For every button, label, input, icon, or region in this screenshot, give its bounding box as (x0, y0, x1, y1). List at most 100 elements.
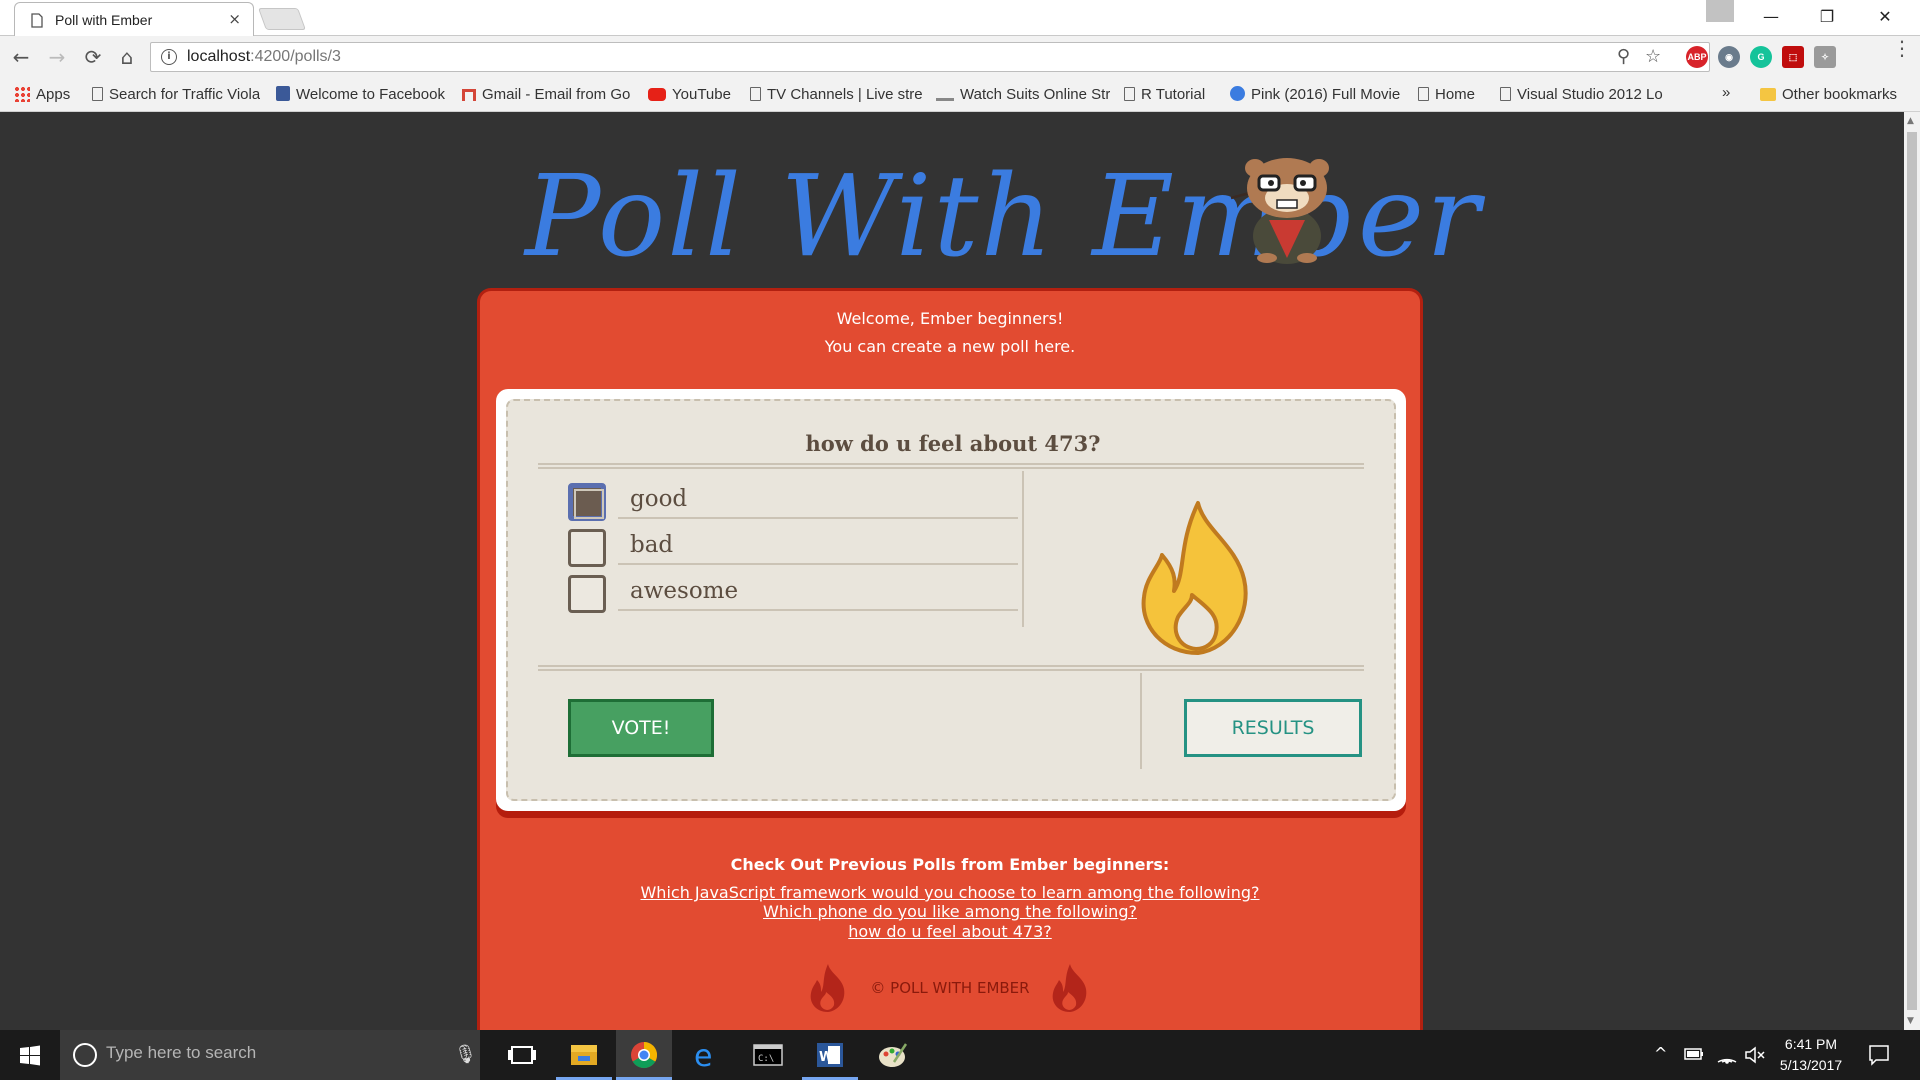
option-checkbox[interactable] (568, 483, 606, 521)
facebook-icon (276, 86, 290, 101)
site-info-icon[interactable]: i (161, 49, 177, 65)
svg-text:W: W (819, 1050, 833, 1065)
task-view-icon[interactable] (494, 1030, 550, 1080)
flame-icon (1141, 501, 1248, 655)
page-content: Poll With Ember Welcome, Ember beginners… (0, 112, 1904, 1030)
chrome-icon[interactable] (616, 1030, 672, 1080)
home-button[interactable]: ⌂ (114, 44, 140, 70)
bookmarks-overflow-button[interactable]: » (1722, 84, 1730, 101)
paint-icon[interactable] (864, 1030, 920, 1080)
profile-icon[interactable] (1706, 0, 1734, 22)
eye-extension-icon[interactable]: ◉ (1718, 46, 1740, 68)
taskbar-search[interactable]: Type here to search 🎙 (60, 1030, 480, 1080)
bookmark-label: Gmail - Email from Go (482, 86, 631, 103)
other-bookmarks[interactable]: Other bookmarks (1760, 86, 1897, 103)
bookmark-item[interactable]: Gmail - Email from Go (462, 86, 630, 103)
previous-poll-link[interactable]: how do u feel about 473? (480, 922, 1420, 941)
url-path: :4200/polls/3 (250, 48, 341, 65)
url-text[interactable]: localhost:4200/polls/3 (187, 48, 341, 66)
page-scrollbar[interactable]: ▲ ▼ (1904, 112, 1920, 1030)
bookmarks-bar: Apps Search for Traffic Viola Welcome to F… (0, 78, 1920, 112)
previous-poll-link[interactable]: Which phone do you like among the follow… (480, 902, 1420, 921)
word-icon[interactable]: W (802, 1030, 858, 1080)
tab-poll-with-ember[interactable]: Poll with Ember × (14, 2, 254, 36)
edge-icon[interactable]: e (678, 1030, 734, 1080)
option-checkbox[interactable] (568, 529, 606, 567)
minimize-button[interactable]: — (1748, 4, 1794, 30)
option-label[interactable]: bad (618, 525, 1018, 565)
adblock-plus-icon[interactable]: ABP (1686, 46, 1708, 68)
new-tab-button[interactable] (257, 8, 307, 30)
tab-strip: Poll with Ember × — ❐ ✕ (0, 0, 1920, 36)
command-prompt-icon[interactable]: C:\ (740, 1030, 796, 1080)
poll-option[interactable]: bad (568, 525, 1018, 571)
bookmark-item[interactable]: Search for Traffic Viola (92, 86, 260, 103)
bookmark-item[interactable]: Watch Suits Online Str (936, 86, 1110, 103)
bookmark-item[interactable]: Welcome to Facebook (276, 86, 445, 103)
microphone-icon[interactable]: 🎙 (454, 1044, 477, 1065)
volume-muted-icon[interactable] (1744, 1046, 1766, 1064)
close-window-button[interactable]: ✕ (1862, 4, 1908, 30)
bookmark-label: Apps (36, 86, 71, 103)
footer-copyright: © POLL WITH EMBER (870, 979, 1030, 997)
poll-question: how do u feel about 473? (805, 431, 1101, 456)
zoom-icon[interactable]: ⚲ (1617, 46, 1630, 67)
poll-option[interactable]: awesome (568, 571, 1018, 617)
back-button[interactable]: ← (8, 44, 34, 70)
bookmark-item[interactable]: Pink (2016) Full Movie (1230, 86, 1400, 103)
bookmark-star-icon[interactable]: ☆ (1645, 46, 1661, 67)
bookmark-label: Visual Studio 2012 Lo (1517, 86, 1663, 103)
forward-button[interactable]: → (44, 44, 70, 70)
bookmark-label: Home (1435, 86, 1476, 103)
grammarly-icon[interactable]: G (1750, 46, 1772, 68)
bookmark-item[interactable]: Home (1418, 86, 1475, 103)
svg-text:e: e (694, 1039, 712, 1074)
vote-button[interactable]: VOTE! (568, 699, 714, 757)
doc-icon (1124, 87, 1135, 101)
bookmark-item[interactable]: Apps (14, 86, 70, 103)
bookmark-item[interactable]: Visual Studio 2012 Lo (1500, 86, 1663, 103)
browser-toolbar: ← → ⟳ ⌂ i localhost:4200/polls/3 ⚲ ☆ ABP… (0, 36, 1920, 78)
play-icon (1230, 86, 1245, 101)
chrome-menu-icon[interactable]: ⋮ (1892, 38, 1912, 58)
option-checkbox[interactable] (568, 575, 606, 613)
bookmark-label: TV Channels | Live stre (767, 86, 922, 103)
bookmark-item[interactable]: TV Channels | Live stre (750, 86, 922, 103)
tomster-mascot-icon (1230, 158, 1329, 264)
scroll-down-icon[interactable]: ▼ (1907, 1016, 1914, 1026)
reload-button[interactable]: ⟳ (80, 44, 106, 70)
welcome-text: Welcome, Ember beginners! (836, 309, 1064, 328)
cortana-icon (73, 1043, 97, 1067)
option-label[interactable]: good (618, 479, 1018, 519)
address-bar[interactable]: i localhost:4200/polls/3 ⚲ ☆ (150, 42, 1710, 72)
apps-icon (14, 86, 30, 102)
windows-start-icon[interactable] (10, 1040, 50, 1072)
taskbar-time[interactable]: 6:41 PM (1776, 1036, 1846, 1052)
bookmark-item[interactable]: R Tutorial (1124, 86, 1205, 103)
taskbar-date[interactable]: 5/13/2017 (1772, 1057, 1850, 1073)
page-icon (31, 13, 43, 28)
bookmark-label: Pink (2016) Full Movie (1251, 86, 1401, 103)
acrobat-icon[interactable]: ⬚ (1782, 46, 1804, 68)
wifi-icon[interactable] (1716, 1044, 1738, 1064)
option-label[interactable]: awesome (618, 571, 1018, 611)
previous-poll-link[interactable]: Which JavaScript framework would you cho… (480, 883, 1420, 902)
poll-option[interactable]: good (568, 479, 1018, 525)
battery-icon[interactable] (1684, 1048, 1704, 1060)
scroll-up-icon[interactable]: ▲ (1907, 116, 1914, 126)
scrollbar-thumb[interactable] (1907, 132, 1917, 1010)
results-button[interactable]: RESULTS (1184, 699, 1362, 757)
folder-icon (1760, 88, 1776, 101)
create-poll-text[interactable]: You can create a new poll here. (480, 337, 1420, 356)
restore-button[interactable]: ❐ (1804, 4, 1850, 30)
other-bookmarks-label: Other bookmarks (1782, 86, 1898, 103)
action-center-icon[interactable] (1868, 1044, 1890, 1066)
puzzle-extension-icon[interactable]: ✧ (1814, 46, 1836, 68)
windows-taskbar: Type here to search 🎙 e C:\ W ^ 6:41 PM … (0, 1030, 1920, 1080)
file-explorer-icon[interactable] (556, 1030, 612, 1080)
tray-chevron-icon[interactable]: ^ (1654, 1044, 1667, 1063)
tab-close-icon[interactable]: × (228, 10, 241, 28)
bookmark-item[interactable]: YouTube (648, 86, 731, 103)
svg-text:C:\: C:\ (758, 1054, 774, 1064)
flame-icon (1052, 964, 1087, 1012)
